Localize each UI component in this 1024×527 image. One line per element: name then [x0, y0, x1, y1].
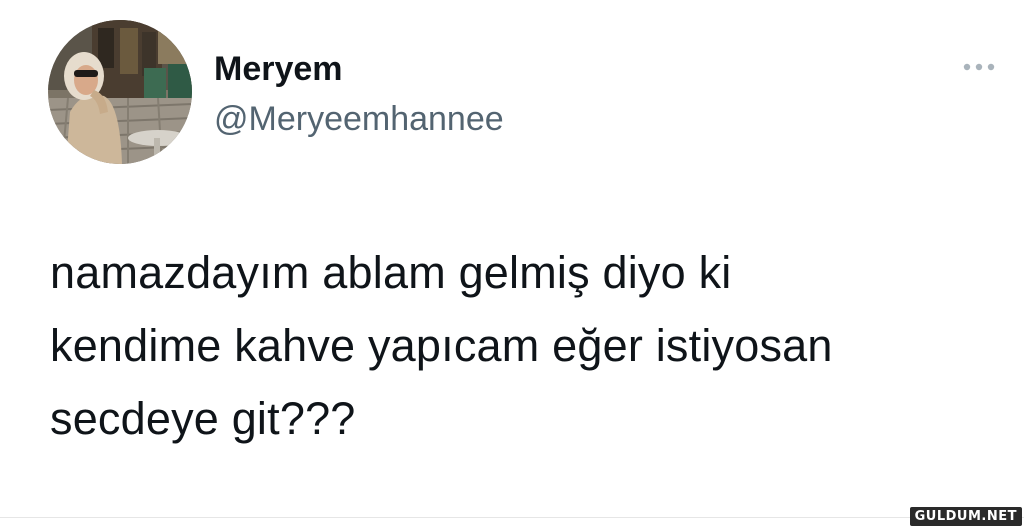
more-horizontal-icon [963, 63, 995, 71]
divider [0, 517, 1024, 518]
tweet-text: namazdayım ablam gelmiş diyo ki kendime … [50, 236, 1010, 455]
profile-photo-icon [48, 20, 192, 164]
avatar[interactable] [48, 20, 192, 164]
tweet-text-line: namazdayım ablam gelmiş diyo ki [50, 247, 732, 298]
tweet-card: Meryem @Meryeemhannee namazdayım ablam g… [0, 0, 1024, 527]
more-options-button[interactable] [956, 52, 1002, 82]
tweet-text-line: kendime kahve yapıcam eğer istiyosan [50, 320, 833, 371]
watermark-logo: GULDUM.NET [909, 507, 1022, 526]
user-handle[interactable]: @Meryeemhannee [214, 99, 504, 139]
tweet-text-line: secdeye git??? [50, 393, 356, 444]
display-name[interactable]: Meryem [214, 49, 343, 89]
